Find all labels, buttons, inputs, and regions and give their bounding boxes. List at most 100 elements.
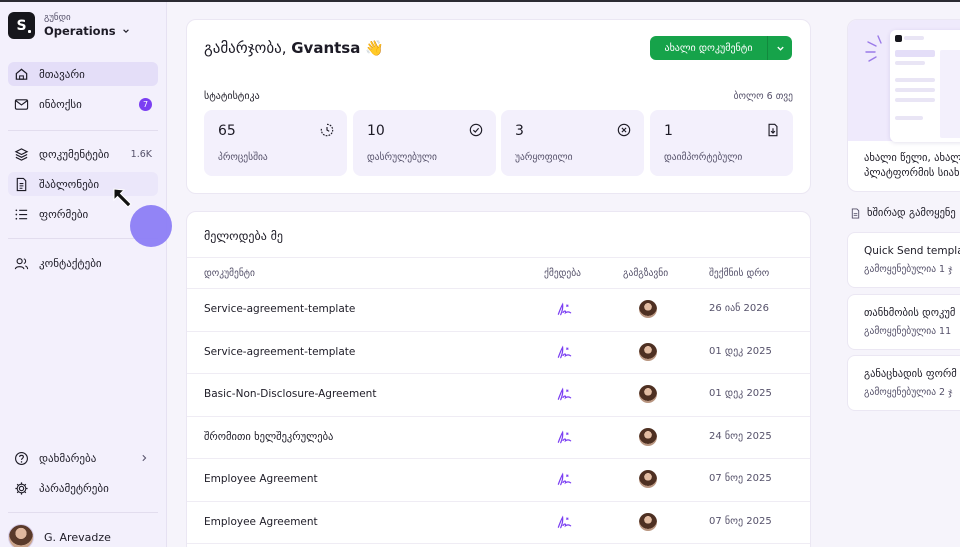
stat-value: 3 [515, 123, 524, 139]
users-icon [13, 255, 29, 271]
created-date: 26 იან 2026 [709, 303, 770, 314]
stats-title: სტატისტიკა [204, 91, 260, 102]
workspace-switcher[interactable]: S გუნდი Operations [8, 12, 130, 39]
signature-icon[interactable] [556, 386, 573, 403]
workspace-logo: S [8, 12, 35, 39]
click-indicator [130, 205, 172, 247]
check-circle-icon [469, 123, 483, 137]
stats-period[interactable]: ბოლო 6 თვე [734, 91, 793, 102]
announcement-line-1: ახალი წელი, ახალ [864, 152, 960, 164]
sidebar-item-inbox[interactable]: ინბოქსი 7 [8, 92, 158, 116]
signature-icon[interactable] [556, 344, 573, 361]
new-document-dropdown[interactable] [768, 44, 792, 53]
signature-icon[interactable] [556, 301, 573, 318]
signature-icon[interactable] [556, 471, 573, 488]
stat-completed[interactable]: 10 დასრულებული [353, 110, 496, 176]
column-header: გამგზავნი [623, 268, 669, 279]
created-date: 01 დეკ 2025 [709, 388, 772, 399]
gear-icon [13, 480, 29, 496]
created-date: 24 ნოე 2025 [709, 430, 772, 442]
stat-value: 65 [218, 123, 236, 139]
table-row[interactable]: Service-agreement-template 26 იან 2026 [187, 289, 810, 332]
greeting-title: გამარჯობა, Gvantsa 👋 [204, 39, 384, 57]
file-import-icon [768, 123, 778, 137]
template-usage: გამოყენებულია 1 ჯ [864, 264, 953, 275]
mail-icon [13, 96, 29, 112]
greeting-card: გამარჯობა, Gvantsa 👋 ახალი დოკუმენტი სტა… [186, 19, 811, 194]
sidebar-item-label: შაბლონები [39, 177, 100, 191]
file-icon [851, 207, 860, 219]
column-header: შექმნის დრო [709, 268, 770, 279]
table-header: დოკუმენტი ქმედება გამგზავნი შექმნის დრო [187, 257, 810, 289]
sidebar-item-help[interactable]: დახმარება [8, 446, 158, 470]
sender-avatar [639, 342, 657, 361]
workspace-type: გუნდი [44, 13, 71, 23]
sidebar-item-settings[interactable]: პარამეტრები [8, 476, 158, 500]
chevron-down-icon [776, 46, 784, 51]
document-name: Employee Agreement [204, 515, 318, 528]
created-date: 07 ნოე 2025 [709, 515, 772, 527]
document-name: Employee Agreement [204, 473, 318, 485]
sidebar-item-label: ფორმები [39, 207, 89, 221]
waiting-for-me-card: მელოდება მე დოკუმენტი ქმედება გამგზავნი … [186, 211, 811, 547]
stat-value: 10 [367, 123, 385, 139]
sidebar-item-label: პარამეტრები [39, 481, 109, 495]
signature-icon[interactable] [556, 429, 573, 446]
sender-avatar [639, 427, 657, 446]
layers-icon [13, 146, 29, 162]
sparkle-lines-icon [865, 35, 882, 62]
sidebar-item-documents[interactable]: დოკუმენტები 1.6K [8, 142, 158, 166]
table-row[interactable]: Service-agreement-template 01 დეკ 2025 [187, 332, 810, 374]
stat-label: დასრულებული [367, 152, 437, 163]
sidebar-item-label: კონტაქტები [39, 256, 102, 270]
sidebar-item-label: ინბოქსი [39, 97, 82, 111]
sidebar: S გუნდი Operations მთავარი ინბოქსი 7 დოკ… [0, 2, 167, 547]
new-document-button[interactable]: ახალი დოკუმენტი [650, 43, 767, 54]
x-circle-icon [617, 123, 631, 137]
signature-icon[interactable] [556, 514, 573, 531]
avatar [8, 524, 34, 547]
frequent-template-card[interactable]: Quick Send template გამოყენებულია 1 ჯ [847, 232, 960, 288]
stat-label: პროცესშია [218, 152, 268, 163]
sidebar-divider [8, 130, 158, 131]
created-date: 07 ნოე 2025 [709, 473, 772, 484]
chevron-down-icon [122, 29, 129, 33]
sender-avatar [639, 512, 657, 531]
documents-count: 1.6K [130, 148, 152, 160]
stat-imported[interactable]: 1 დაიმპორტებული [650, 110, 793, 176]
table-row[interactable]: შრომითი ხელშეკრულება 24 ნოე 2025 [187, 417, 810, 459]
template-usage: გამოყენებულია 2 ჯ [864, 387, 953, 398]
template-name: განაცხადის ფორმ [864, 368, 957, 380]
table-row[interactable]: Basic-Non-Disclosure-Agreement 01 დეკ 20… [187, 374, 810, 417]
chevron-right-icon [142, 454, 147, 462]
template-name: თანხმობის დოკუმ [864, 307, 956, 319]
frequent-template-card[interactable]: თანხმობის დოკუმ გამოყენებულია 11 [847, 294, 960, 350]
user-name: G. Arevadze [44, 530, 111, 544]
home-icon [13, 66, 29, 82]
user-profile[interactable]: G. Arevadze [8, 524, 111, 547]
stat-label: უარყოფილი [515, 152, 573, 163]
sidebar-divider [8, 512, 158, 513]
table-row[interactable]: Employee Agreement 07 ნოე 2025 [187, 459, 810, 502]
frequent-templates-title: ხშირად გამოყენე [867, 207, 956, 219]
document-name: Basic-Non-Disclosure-Agreement [204, 388, 377, 400]
wave-icon: 👋 [365, 39, 384, 57]
sidebar-item-label: მთავარი [39, 67, 85, 81]
sender-avatar [639, 470, 657, 488]
template-usage: გამოყენებულია 11 [864, 326, 952, 337]
file-text-icon [13, 176, 29, 192]
announcement-card[interactable]: ახალი წელი, ახალ პლატფორმის სიახ [847, 19, 960, 192]
sidebar-item-home[interactable]: მთავარი [8, 62, 158, 86]
help-circle-icon [13, 450, 29, 466]
stat-value: 1 [664, 123, 673, 139]
sidebar-item-contacts[interactable]: კონტაქტები [8, 251, 158, 275]
document-name: Service-agreement-template [204, 345, 356, 358]
table-row[interactable]: Employee Agreement 07 ნოე 2025 [187, 502, 810, 544]
new-document-button-group: ახალი დოკუმენტი [650, 36, 792, 60]
workspace-name: Operations [44, 24, 116, 38]
sidebar-item-label: დახმარება [39, 451, 97, 465]
template-name: Quick Send template [864, 245, 960, 257]
stat-in-progress[interactable]: 65 პროცესშია [204, 110, 347, 176]
stat-rejected[interactable]: 3 უარყოფილი [501, 110, 644, 176]
frequent-template-card[interactable]: განაცხადის ფორმ გამოყენებულია 2 ჯ [847, 355, 960, 411]
